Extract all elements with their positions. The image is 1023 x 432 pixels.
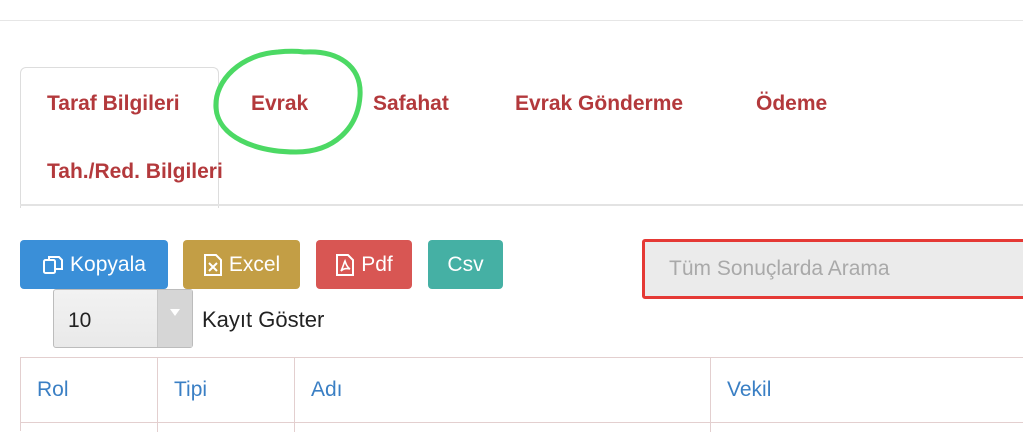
excel-file-icon: [203, 253, 222, 276]
tab-evrak[interactable]: Evrak: [251, 92, 308, 116]
results-table: Rol Tipi Adı Vekil: [20, 357, 1023, 432]
excel-button-label: Excel: [228, 252, 281, 276]
page-length-value: 10: [68, 309, 92, 332]
tab-active-border: [20, 67, 219, 208]
page-length-label: Kayıt Göster: [202, 307, 325, 332]
copy-icon: [43, 255, 64, 274]
pdf-button[interactable]: Pdf: [316, 240, 412, 289]
chevron-down-icon: [170, 309, 180, 316]
column-header-tipi[interactable]: Tipi: [158, 358, 295, 423]
tab-evrak-gonderme[interactable]: Evrak Gönderme: [515, 92, 683, 116]
column-header-rol[interactable]: Rol: [21, 358, 158, 423]
search-input[interactable]: [645, 242, 1023, 296]
column-header-vekil[interactable]: Vekil: [711, 358, 1023, 423]
search-box: [642, 239, 1023, 299]
tabs-divider: [20, 204, 1023, 206]
page-length-toggle[interactable]: [157, 290, 192, 347]
pdf-button-label: Pdf: [361, 252, 393, 276]
top-divider: [0, 20, 1023, 21]
pdf-file-icon: [336, 253, 355, 276]
csv-button[interactable]: Csv: [428, 240, 503, 289]
tab-taraf-bilgileri[interactable]: Taraf Bilgileri: [47, 92, 180, 116]
column-header-adi[interactable]: Adı: [295, 358, 711, 423]
tab-tah-red-bilgileri[interactable]: Tah./Red. Bilgileri: [47, 160, 223, 184]
copy-button-label: Kopyala: [70, 252, 146, 276]
page-length-select[interactable]: 10: [53, 289, 193, 348]
tab-odeme[interactable]: Ödeme: [756, 92, 827, 116]
tab-safahat[interactable]: Safahat: [373, 92, 449, 116]
csv-button-label: Csv: [447, 252, 484, 276]
copy-button[interactable]: Kopyala: [20, 240, 168, 289]
excel-button[interactable]: Excel: [183, 240, 300, 289]
